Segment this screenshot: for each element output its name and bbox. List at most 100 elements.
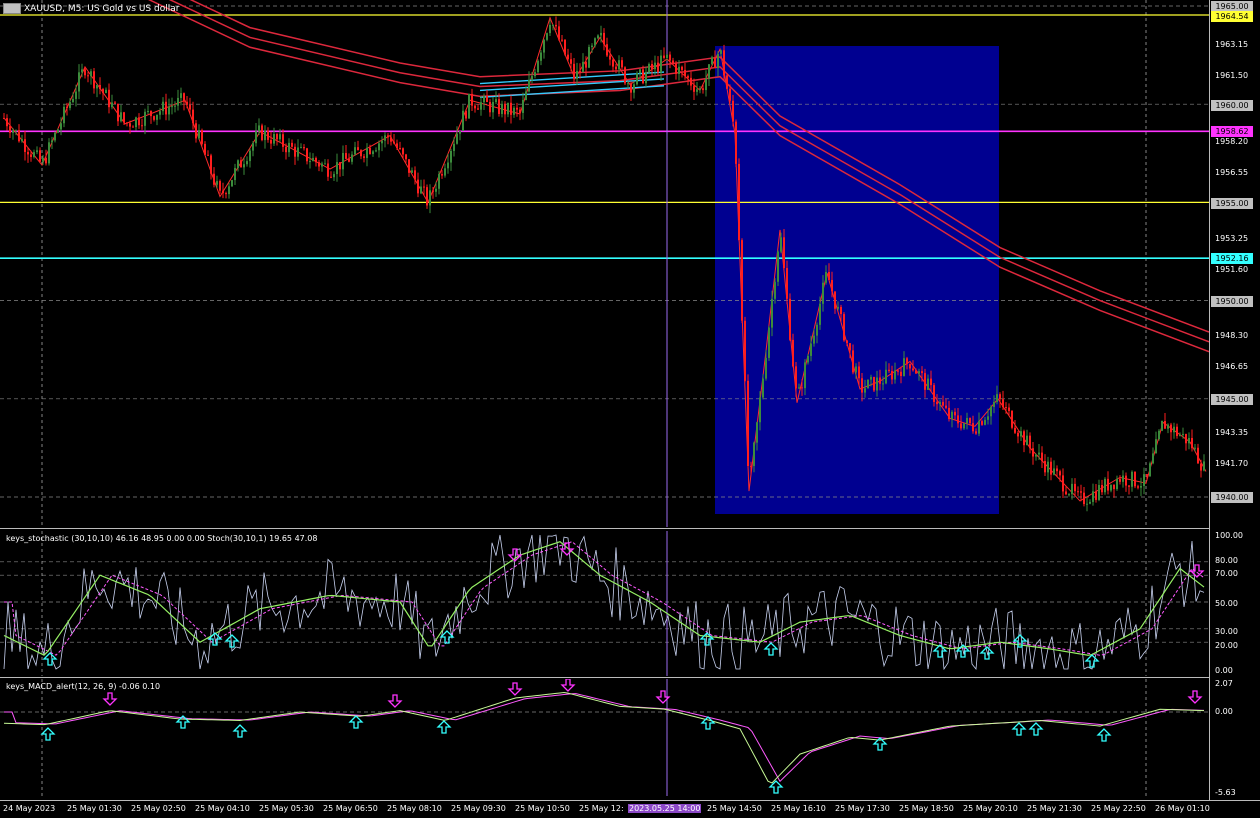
chart-menu-icon[interactable] — [3, 3, 21, 14]
candle — [1119, 475, 1121, 485]
candle — [621, 57, 623, 70]
macd-main-line — [3, 692, 1205, 784]
time-axis-label: 25 May 17:30 — [835, 804, 890, 813]
macd-buy-arrow-icon — [436, 720, 452, 734]
candle — [573, 58, 575, 84]
candle — [108, 83, 110, 114]
time-axis[interactable]: 24 May 2023 25 May 01:30 25 May 02:50 25 Ma… — [0, 800, 1260, 818]
candle — [1095, 483, 1097, 503]
pane-separator[interactable] — [0, 528, 1260, 529]
stochastic-canvas — [0, 531, 1209, 676]
candle — [135, 116, 137, 131]
candle — [318, 160, 320, 172]
stoch-axis-label: 30.00 — [1215, 627, 1238, 636]
macd-sell-arrow-icon — [507, 682, 523, 696]
macd-signal-line — [4, 693, 1205, 783]
macd-sell-arrow-icon — [102, 692, 118, 706]
candle — [507, 102, 509, 118]
time-axis-label: 25 May 02:50 — [131, 804, 186, 813]
candle — [480, 95, 482, 116]
candle — [459, 130, 461, 141]
candle — [501, 100, 503, 118]
candle — [111, 94, 113, 110]
candle — [1155, 431, 1157, 454]
price-level-tag: 1952.16 — [1211, 253, 1253, 264]
candle — [624, 66, 626, 85]
candle — [324, 159, 326, 165]
candle — [321, 161, 323, 172]
stoch-axis-label: 70.00 — [1215, 569, 1238, 578]
time-axis-label: 25 May 06:50 — [323, 804, 378, 813]
time-axis-label: 25 May 21:30 — [1027, 804, 1082, 813]
candle — [1011, 410, 1013, 430]
price-level-tag: 1960.00 — [1211, 100, 1253, 111]
macd-buy-arrow-icon — [1028, 722, 1044, 736]
candle — [1104, 477, 1106, 495]
candle — [1017, 430, 1019, 444]
macd-axis-label: 2.07 — [1215, 679, 1233, 688]
candle — [540, 50, 542, 66]
candle — [1053, 460, 1055, 476]
price-axis-label: 1958.20 — [1215, 137, 1249, 146]
stoch-buy-arrow-icon — [1084, 654, 1100, 668]
candle — [444, 163, 446, 178]
candle — [570, 52, 572, 72]
candle — [384, 132, 386, 148]
candle — [363, 153, 365, 163]
candle — [333, 171, 335, 182]
macd-buy-arrow-icon — [40, 727, 56, 741]
candle — [777, 250, 779, 287]
candle — [1080, 484, 1082, 502]
candle — [522, 92, 524, 120]
candle — [768, 325, 770, 361]
candle — [306, 147, 308, 165]
price-axis-label: 1948.30 — [1215, 331, 1249, 340]
candle — [645, 66, 647, 88]
candle — [468, 93, 470, 119]
candle — [513, 105, 515, 118]
candle — [426, 184, 428, 209]
candle — [165, 93, 167, 121]
candle — [711, 55, 713, 66]
candle — [1026, 429, 1028, 446]
candle — [546, 32, 548, 42]
candle — [405, 153, 407, 163]
candle — [660, 49, 662, 81]
candle — [579, 63, 581, 79]
candle — [612, 57, 614, 73]
candle — [228, 182, 230, 199]
candle — [255, 122, 257, 147]
candle — [117, 103, 119, 127]
candle — [207, 150, 209, 156]
candle — [603, 28, 605, 51]
candle — [354, 141, 356, 156]
candle — [1035, 453, 1037, 461]
candle — [282, 129, 284, 152]
candle — [669, 51, 671, 69]
candle — [1167, 423, 1169, 434]
price-chart-canvas[interactable] — [0, 0, 1209, 527]
stochastic-title: keys_stochastic (30,10,10) 46.16 48.95 0… — [6, 534, 318, 543]
candle — [1101, 479, 1103, 496]
macd-indicator-pane[interactable]: keys_MACD_alert(12, 26, 9) -0.06 0.10 — [0, 679, 1209, 796]
candle — [114, 101, 116, 105]
price-axis-label: 1951.60 — [1215, 265, 1249, 274]
candle — [690, 71, 692, 91]
candle — [1047, 456, 1049, 481]
candle — [1023, 429, 1025, 453]
candle — [246, 156, 248, 167]
pane-separator[interactable] — [0, 677, 1260, 678]
candle — [663, 47, 665, 60]
candle — [345, 144, 347, 160]
price-chart[interactable]: XAUUSD, M5: US Gold vs US dollar — [0, 0, 1209, 527]
candle — [588, 44, 590, 69]
candle — [609, 48, 611, 66]
candle — [534, 68, 536, 79]
candle — [1152, 447, 1154, 465]
candle — [360, 149, 362, 160]
candle — [441, 170, 443, 179]
price-axis-label: 1961.50 — [1215, 71, 1249, 80]
crosshair-time-label: 2023.05.25 14:00 — [628, 804, 702, 813]
candle — [219, 179, 221, 194]
stochastic-indicator-pane[interactable]: keys_stochastic (30,10,10) 46.16 48.95 0… — [0, 531, 1209, 676]
